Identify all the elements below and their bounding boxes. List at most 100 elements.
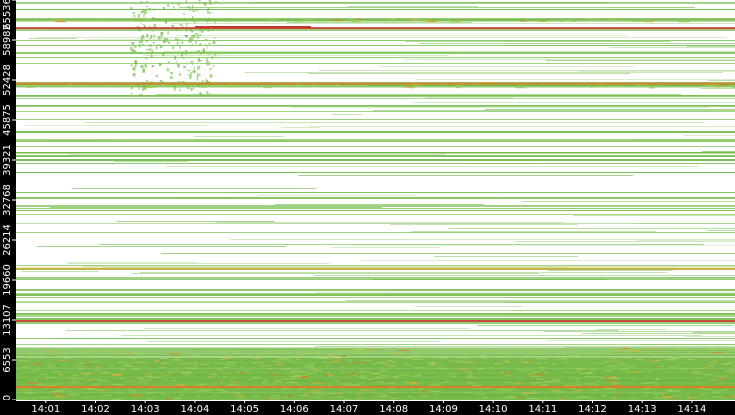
persistent-line [16, 29, 735, 31]
band-speckle [455, 19, 461, 21]
band-speckle [300, 350, 306, 352]
burst-dot [177, 3, 180, 6]
band-speckle [308, 396, 320, 398]
band-speckle [77, 368, 84, 370]
band-speckle [360, 375, 365, 377]
band-speckle [353, 375, 358, 376]
band-speckle [437, 368, 448, 370]
activity-trace [347, 6, 479, 7]
band-speckle [328, 355, 333, 357]
persistent-line [16, 294, 735, 296]
persistent-line [16, 338, 735, 339]
band-speckle [452, 360, 465, 362]
band-speckle [214, 395, 217, 396]
activity-trace [707, 230, 735, 231]
band-speckle [230, 381, 239, 383]
band-speckle [97, 389, 107, 391]
band-speckle [79, 352, 86, 354]
band-speckle [538, 21, 547, 23]
band-speckle [408, 19, 418, 21]
band-speckle [322, 362, 325, 364]
band-speckle [527, 351, 533, 353]
burst-dot [189, 76, 191, 80]
band-speckle [714, 85, 717, 87]
band-speckle [593, 369, 598, 371]
persistent-line [16, 146, 735, 147]
band-speckle [144, 19, 152, 20]
band-speckle [692, 368, 705, 370]
band-speckle [716, 378, 726, 380]
band-speckle [194, 362, 199, 364]
band-speckle [361, 350, 367, 352]
y-tick-label: 45875 [2, 104, 13, 136]
notable-line [16, 82, 735, 85]
band-speckle [504, 381, 513, 383]
burst-dot [211, 30, 214, 32]
band-speckle [73, 352, 77, 354]
burst-dot [208, 43, 211, 45]
x-tick-label: 14:14 [677, 404, 706, 415]
activity-trace [514, 241, 735, 242]
band-speckle [181, 372, 193, 374]
band-speckle [160, 84, 171, 86]
band-speckle [170, 380, 177, 382]
burst-dot [205, 44, 207, 47]
burst-dot [196, 10, 198, 12]
burst-dot [148, 48, 152, 51]
band-speckle [588, 397, 593, 399]
band-speckle [513, 383, 522, 384]
band-speckle [84, 355, 95, 357]
band-speckle [264, 397, 270, 399]
burst-dot [140, 65, 144, 69]
burst-dot [134, 65, 137, 68]
activity-trace [543, 331, 735, 332]
burst-dot [186, 62, 188, 65]
burst-dot [133, 50, 137, 54]
band-speckle [594, 384, 599, 386]
burst-dot [176, 42, 179, 46]
band-speckle [460, 351, 471, 353]
activity-trace [683, 135, 735, 136]
band-speckle [629, 350, 641, 352]
burst-dot [158, 63, 162, 67]
band-speckle [299, 371, 302, 373]
burst-dot [132, 43, 135, 47]
band-speckle [557, 349, 567, 351]
band-speckle [272, 360, 281, 362]
band-speckle [310, 390, 321, 392]
band-speckle [129, 357, 139, 359]
persistent-line [16, 152, 735, 153]
band-speckle [613, 383, 621, 385]
activity-trace [360, 260, 735, 261]
band-speckle [412, 375, 422, 377]
band-speckle [137, 381, 144, 383]
band-speckle [129, 395, 142, 397]
band-speckle [103, 351, 114, 353]
band-speckle [410, 383, 419, 385]
activity-trace [155, 94, 682, 95]
burst-dot [196, 33, 199, 35]
band-speckle [611, 381, 618, 383]
burst-dot [209, 12, 211, 14]
band-speckle [414, 367, 425, 369]
band-speckle [83, 374, 89, 376]
persistent-line [16, 2, 735, 4]
band-speckle [712, 392, 720, 394]
band-speckle [524, 348, 534, 350]
band-speckle [123, 353, 132, 355]
band-speckle [679, 367, 691, 369]
band-speckle [228, 84, 239, 86]
band-speckle [222, 352, 228, 354]
band-speckle [103, 85, 113, 87]
band-speckle [231, 392, 241, 394]
band-speckle [620, 369, 630, 371]
band-speckle [184, 367, 192, 369]
band-speckle [535, 371, 541, 373]
band-speckle [622, 347, 630, 349]
burst-dot [142, 69, 145, 73]
band-speckle [532, 351, 545, 353]
band-speckle [344, 86, 347, 87]
burst-dot [148, 8, 151, 11]
band-speckle [671, 356, 682, 357]
band-speckle [66, 377, 79, 379]
